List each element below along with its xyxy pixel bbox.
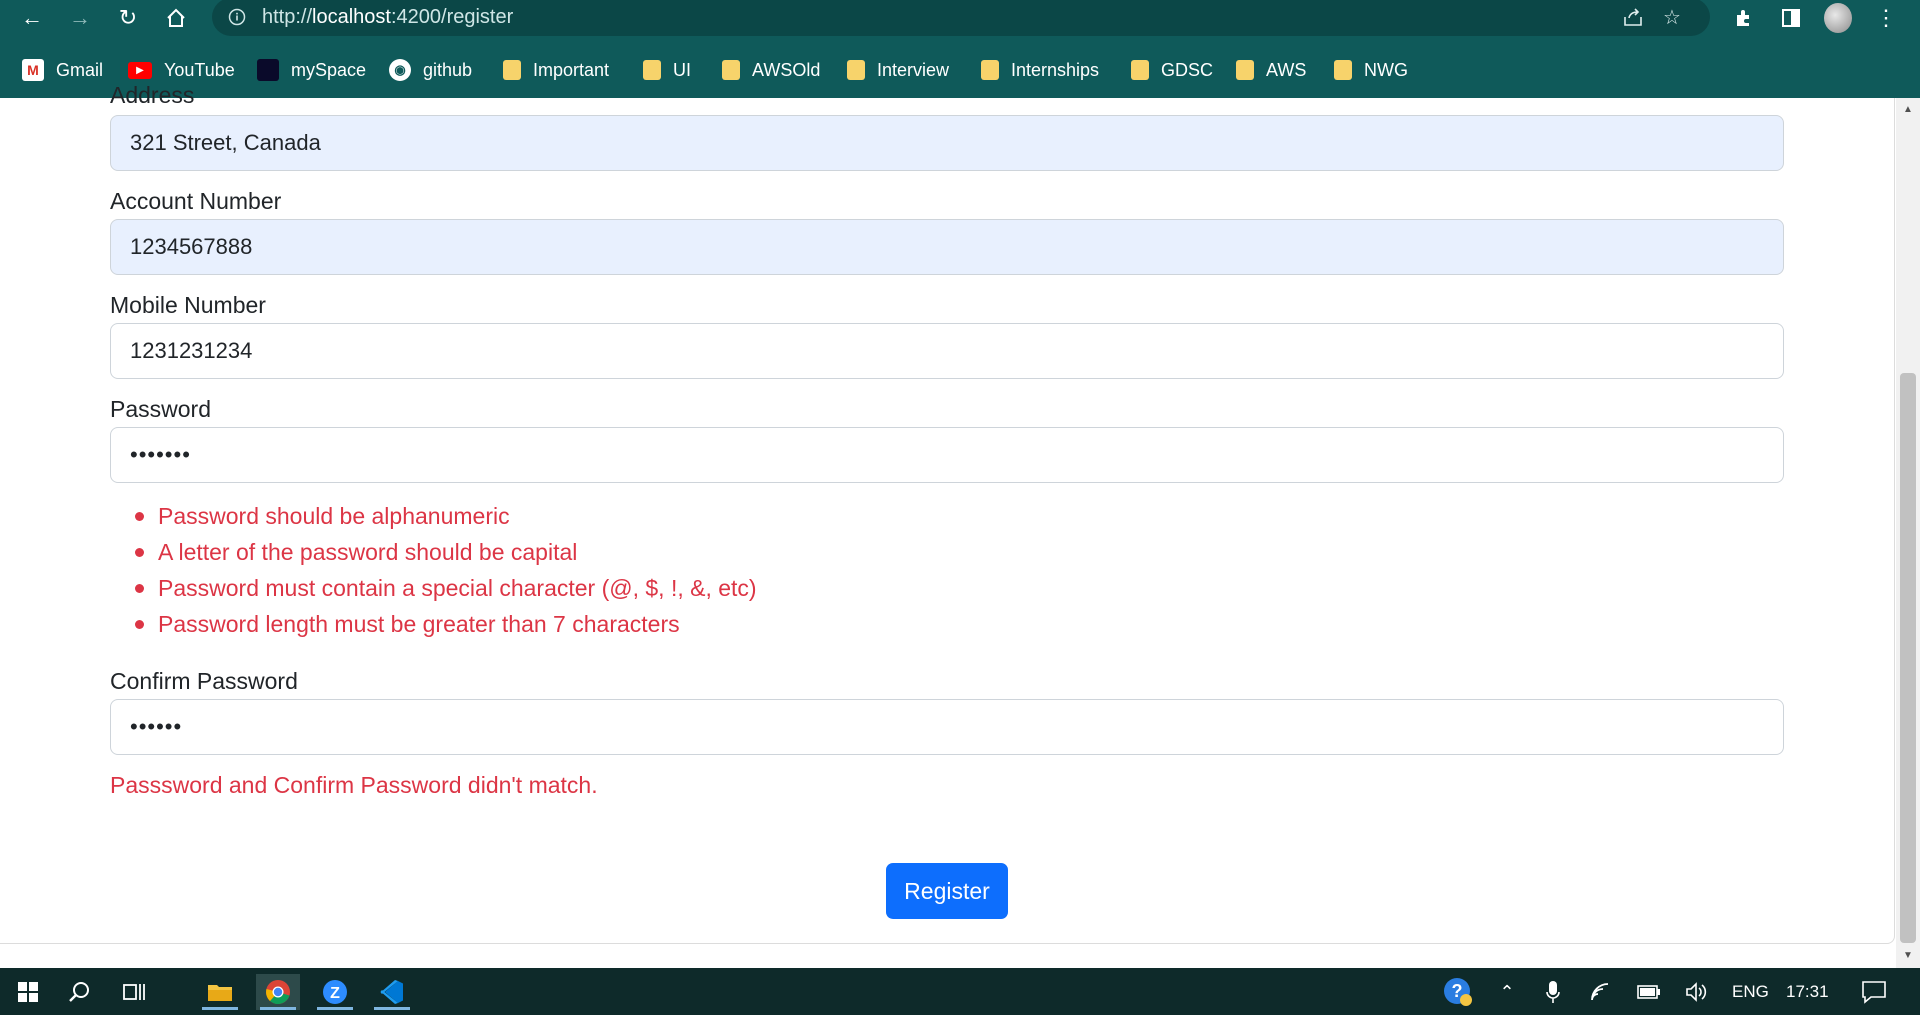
- network-icon[interactable]: [1586, 974, 1616, 1010]
- address-label: Address: [110, 82, 195, 108]
- bookmark-important[interactable]: Important: [503, 56, 609, 84]
- password-error-list: Password should be alphanumeric A letter…: [110, 498, 757, 642]
- file-explorer-icon[interactable]: [198, 974, 242, 1010]
- windows-taskbar: Z ? ⌃ ENG 17:31: [0, 968, 1920, 1015]
- password-error-item: Password length must be greater than 7 c…: [110, 606, 757, 642]
- password-error-item: Password should be alphanumeric: [110, 498, 757, 534]
- profile-avatar[interactable]: [1824, 3, 1852, 33]
- clock[interactable]: 17:31: [1786, 982, 1829, 1002]
- mobile-number-input[interactable]: 1231231234: [110, 323, 1784, 379]
- bookmark-github[interactable]: ◉ github: [389, 56, 472, 84]
- bookmark-label: YouTube: [164, 59, 235, 80]
- bookmark-awsold[interactable]: AWSOld: [722, 56, 820, 84]
- url-text[interactable]: http://localhost:4200/register: [262, 6, 513, 29]
- bookmark-label: mySpace: [291, 59, 367, 80]
- navigation-row: ← → ↻ http://localhost:4200/register ☆ ⋮: [0, 0, 1920, 36]
- task-view-icon[interactable]: [114, 974, 154, 1010]
- password-error-item: A letter of the password should be capit…: [110, 534, 757, 570]
- chrome-icon[interactable]: [256, 974, 300, 1010]
- sidebar-icon[interactable]: [1777, 4, 1805, 32]
- active-app-indicator: [260, 1007, 296, 1010]
- star-icon[interactable]: ☆: [1659, 4, 1685, 30]
- folder-icon: [1131, 60, 1149, 80]
- language-indicator[interactable]: ENG: [1732, 982, 1769, 1002]
- url-scheme: http://: [262, 6, 313, 28]
- bookmark-aws[interactable]: AWS: [1236, 56, 1306, 84]
- share-icon[interactable]: [1620, 4, 1646, 30]
- bookmark-myspace[interactable]: mySpace: [257, 56, 366, 84]
- youtube-icon: ▶: [128, 61, 152, 79]
- account-number-label: Account Number: [110, 188, 282, 214]
- search-icon[interactable]: [60, 974, 100, 1010]
- bookmark-gmail[interactable]: M Gmail: [22, 56, 103, 84]
- battery-icon[interactable]: [1634, 974, 1664, 1010]
- bookmark-label: Important: [533, 59, 610, 80]
- menu-icon[interactable]: ⋮: [1872, 4, 1900, 32]
- folder-icon: [847, 60, 865, 80]
- folder-icon: [643, 60, 661, 80]
- scroll-down-arrow-icon[interactable]: ▼: [1896, 946, 1920, 964]
- confirm-password-input[interactable]: ••••••: [110, 699, 1784, 755]
- extensions-icon[interactable]: [1730, 4, 1758, 32]
- forward-arrow-icon[interactable]: →: [66, 4, 94, 32]
- bookmark-youtube[interactable]: ▶ YouTube: [128, 56, 235, 84]
- password-label: Password: [110, 396, 211, 422]
- bookmark-label: Gmail: [56, 59, 104, 80]
- active-app-indicator: [374, 1007, 410, 1010]
- bookmark-label: Internships: [1011, 59, 1100, 80]
- browser-toolbar: ← → ↻ http://localhost:4200/register ☆ ⋮: [0, 0, 1920, 98]
- folder-icon: [1236, 60, 1254, 80]
- account-number-input[interactable]: 1234567888: [110, 219, 1784, 275]
- bookmark-label: UI: [673, 59, 691, 80]
- bookmark-label: GDSC: [1161, 59, 1214, 80]
- back-arrow-icon[interactable]: ←: [18, 4, 46, 32]
- password-error-item: Password must contain a special characte…: [110, 570, 757, 606]
- home-icon[interactable]: [162, 4, 190, 32]
- reload-icon[interactable]: ↻: [114, 4, 142, 32]
- active-app-indicator: [317, 1007, 353, 1010]
- zoom-icon[interactable]: Z: [313, 974, 357, 1010]
- register-button[interactable]: Register: [886, 863, 1008, 919]
- github-icon: ◉: [389, 59, 411, 81]
- gmail-icon: M: [22, 59, 44, 81]
- mobile-number-label: Mobile Number: [110, 292, 266, 318]
- password-input[interactable]: •••••••: [110, 427, 1784, 483]
- bookmark-gdsc[interactable]: GDSC: [1131, 56, 1213, 84]
- bookmark-interview[interactable]: Interview: [847, 56, 949, 84]
- notifications-icon[interactable]: [1856, 974, 1892, 1010]
- password-mismatch-error: Passsword and Confirm Password didn't ma…: [110, 772, 598, 798]
- bookmark-label: AWSOld: [752, 59, 821, 80]
- bookmark-label: NWG: [1364, 59, 1408, 80]
- active-app-indicator: [202, 1007, 238, 1010]
- bookmark-label: AWS: [1266, 59, 1307, 80]
- microphone-icon[interactable]: [1538, 974, 1568, 1010]
- bookmarks-bar: M Gmail ▶ YouTube mySpace ◉ github Impor…: [0, 52, 1920, 88]
- bookmark-label: github: [423, 59, 473, 80]
- register-page: Address 321 Street, Canada Account Numbe…: [0, 82, 1896, 968]
- site-info-icon[interactable]: [226, 6, 248, 28]
- url-host: localhost: [312, 6, 391, 28]
- bookmark-ui[interactable]: UI: [643, 56, 691, 84]
- myspace-icon: [257, 59, 279, 81]
- windows-start-icon[interactable]: [8, 974, 48, 1010]
- url-path: :4200/register: [390, 6, 514, 28]
- bookmark-nwg[interactable]: NWG: [1334, 56, 1408, 84]
- folder-icon: [1334, 60, 1352, 80]
- bookmark-label: Interview: [877, 59, 950, 80]
- help-icon[interactable]: ?: [1440, 974, 1476, 1010]
- folder-icon: [722, 60, 740, 80]
- scroll-up-arrow-icon[interactable]: ▲: [1896, 100, 1920, 118]
- address-input[interactable]: 321 Street, Canada: [110, 115, 1784, 171]
- address-bar[interactable]: http://localhost:4200/register ☆: [212, 0, 1710, 36]
- confirm-password-label: Confirm Password: [110, 668, 298, 694]
- folder-icon: [503, 60, 521, 80]
- chevron-up-icon[interactable]: ⌃: [1492, 974, 1522, 1010]
- vscode-icon[interactable]: [370, 974, 414, 1010]
- bookmark-internships[interactable]: Internships: [981, 56, 1099, 84]
- svg-text:Z: Z: [330, 985, 340, 1002]
- scrollbar-thumb[interactable]: [1900, 373, 1916, 943]
- folder-icon: [981, 60, 999, 80]
- volume-icon[interactable]: [1682, 974, 1712, 1010]
- page-scrollbar[interactable]: ▲ ▼: [1896, 98, 1920, 968]
